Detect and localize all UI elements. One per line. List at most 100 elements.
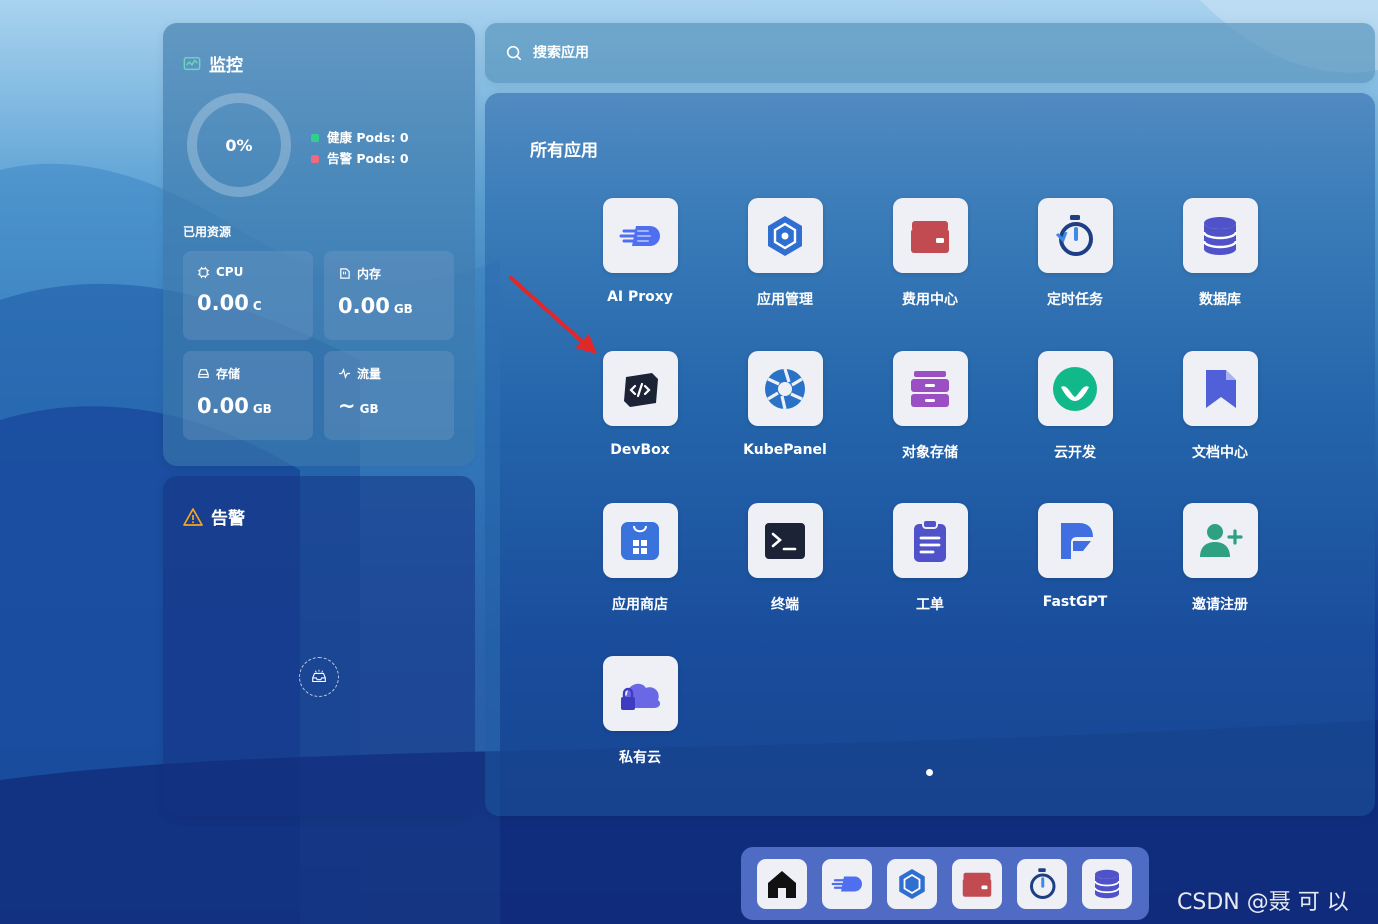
resource-card-memory: 内存 0.00 GB [324, 251, 454, 340]
app-label: 对象存储 [902, 445, 958, 461]
wallet-icon [962, 872, 992, 897]
memory-icon [340, 268, 350, 279]
monitor-title: 监控 [183, 51, 243, 76]
search-bar[interactable] [485, 23, 1375, 83]
app-manage-icon [899, 868, 925, 899]
healthy-dot [311, 133, 319, 142]
invite-icon [1200, 523, 1243, 557]
monitor-title-text: 监控 [209, 56, 243, 76]
dock-app-manage[interactable] [887, 858, 937, 909]
terminal-icon [765, 522, 805, 559]
home-icon [768, 870, 796, 898]
empty-inbox-icon [299, 657, 339, 697]
app-manage-icon [768, 215, 802, 256]
annotation-arrow [509, 276, 597, 354]
resource-card-cpu: CPU 0.00 C [183, 251, 313, 340]
alerts-title-text: 告警 [211, 509, 245, 529]
app-app-manage[interactable]: 应用管理 [730, 198, 840, 309]
alert-dot [311, 154, 319, 163]
storage-unit: GB [252, 402, 272, 416]
dock-database[interactable] [1082, 858, 1132, 909]
app-devbox[interactable]: DevBox [585, 351, 695, 458]
resource-card-traffic: 流量 ~ GB [324, 351, 454, 440]
app-fastgpt[interactable]: FastGPT [1020, 503, 1130, 610]
memory-value: 0.00 [338, 294, 390, 318]
app-object-storage[interactable]: 对象存储 [875, 351, 985, 462]
alerts-title: 告警 [183, 504, 245, 529]
cpu-label: CPU [216, 265, 244, 279]
app-label: 工单 [916, 597, 944, 613]
alerts-panel: 告警 [163, 476, 475, 816]
storage-value: 0.00 [197, 394, 249, 418]
traffic-icon [338, 368, 351, 379]
app-label: DevBox [610, 442, 670, 458]
app-store-icon [621, 521, 659, 560]
storage-icon [198, 369, 209, 378]
app-label: 应用管理 [757, 292, 813, 308]
app-label: 邀请注册 [1192, 597, 1248, 613]
app-label: 应用商店 [612, 597, 668, 613]
app-label: 云开发 [1054, 445, 1096, 461]
dock-ai-proxy[interactable] [822, 858, 872, 909]
dock-home[interactable] [757, 858, 807, 909]
timer-icon [1055, 214, 1093, 256]
kubepanel-icon [765, 368, 805, 409]
ticket-icon [914, 518, 946, 562]
app-app-store[interactable]: 应用商店 [585, 503, 695, 614]
healthy-pods-label: 健康 Pods: 0 [327, 130, 409, 145]
fastgpt-icon [1061, 522, 1093, 559]
object-storage-icon [911, 370, 949, 407]
pod-usage-ring: 0% [187, 93, 291, 197]
dock-billing[interactable] [952, 858, 1002, 909]
app-timer[interactable]: 定时任务 [1020, 198, 1130, 309]
app-label: 费用中心 [902, 292, 958, 308]
dock [741, 847, 1149, 920]
app-docs[interactable]: 文档中心 [1165, 351, 1275, 462]
app-kubepanel[interactable]: KubePanel [730, 351, 840, 458]
traffic-value: ~ [338, 394, 356, 418]
app-private-cloud[interactable]: 私有云 [585, 656, 695, 767]
app-billing[interactable]: 费用中心 [875, 198, 985, 309]
app-database[interactable]: 数据库 [1165, 198, 1275, 309]
memory-label: 内存 [357, 267, 382, 281]
traffic-label: 流量 [357, 367, 382, 381]
search-input[interactable] [533, 45, 933, 61]
devbox-icon [624, 372, 658, 407]
monitor-icon [183, 56, 201, 70]
apps-panel: 所有应用 AI Proxy 应用管理 费用中心 定时任务 数据库 DevBox … [485, 93, 1375, 816]
app-terminal[interactable]: 终端 [730, 503, 840, 614]
app-invite[interactable]: 邀请注册 [1165, 503, 1275, 614]
wallet-icon [911, 220, 949, 253]
database-icon [1202, 216, 1238, 255]
app-cloud-dev[interactable]: 云开发 [1020, 351, 1130, 462]
search-icon [506, 45, 522, 61]
ring-value: 0% [225, 135, 253, 155]
warning-icon [183, 507, 203, 526]
apps-title: 所有应用 [530, 141, 598, 161]
app-ticket[interactable]: 工单 [875, 503, 985, 614]
watermark: CSDN @聂 可 以 [1177, 890, 1349, 915]
cpu-value: 0.00 [197, 291, 249, 315]
database-icon [1094, 869, 1120, 898]
ai-proxy-icon [619, 225, 660, 246]
dock-timer[interactable] [1017, 858, 1067, 909]
cpu-icon [197, 266, 210, 278]
app-label: 终端 [771, 597, 799, 613]
monitor-panel: 监控 0% 健康 Pods: 0 告警 Pods: 0 已用资源 CPU 0.0… [163, 23, 475, 466]
storage-label: 存储 [216, 367, 241, 381]
app-label: 私有云 [619, 750, 661, 766]
pod-legend: 健康 Pods: 0 告警 Pods: 0 [311, 127, 409, 169]
docs-icon [1206, 369, 1236, 408]
app-label: 数据库 [1199, 292, 1241, 308]
ai-proxy-icon [831, 876, 862, 891]
resources-label: 已用资源 [183, 225, 232, 239]
app-label: FastGPT [1042, 594, 1108, 610]
resource-card-storage: 存储 0.00 GB [183, 351, 313, 440]
traffic-unit: GB [359, 402, 379, 416]
pagination-dot[interactable] [926, 769, 933, 776]
private-cloud-icon [621, 683, 661, 710]
app-label: 定时任务 [1047, 292, 1103, 308]
memory-unit: GB [393, 302, 413, 316]
cloud-dev-icon [1053, 366, 1097, 411]
legend-healthy: 健康 Pods: 0 [311, 127, 409, 148]
